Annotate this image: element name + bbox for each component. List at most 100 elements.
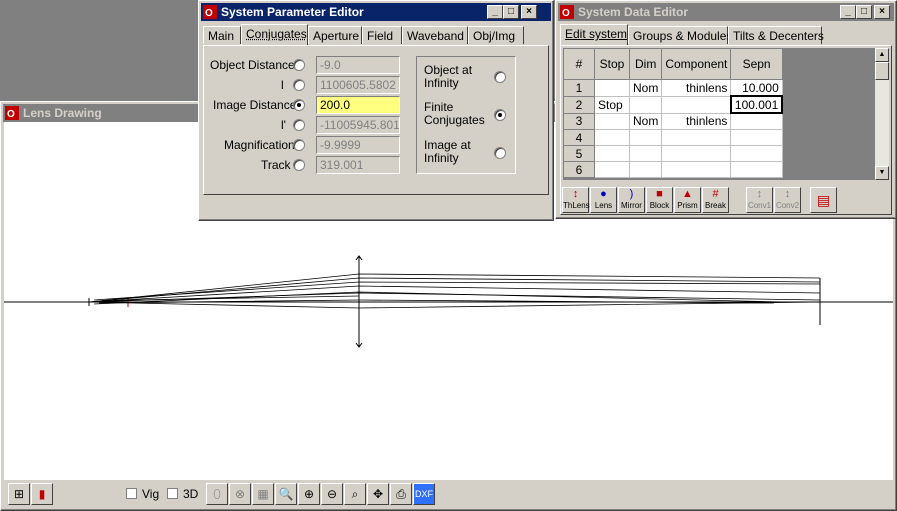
magnification-field[interactable]: -9.9999 [316, 136, 400, 154]
sepn-cell[interactable] [730, 145, 783, 162]
thinlens-button[interactable]: ↕ ThLens [562, 187, 590, 213]
zoom-out-icon[interactable]: ⊖ [321, 483, 343, 505]
stop-cell[interactable] [594, 79, 630, 97]
l-prime-field[interactable]: -11005945.8015 [316, 116, 400, 134]
convert-button-1[interactable]: ↕ Conv1 [746, 187, 773, 213]
minimize-button[interactable]: _ [487, 5, 503, 19]
ellipse-icon: ⬯ [206, 483, 228, 505]
object-at-infinity-radio[interactable] [494, 71, 506, 83]
spreadsheet-icon[interactable]: ▤ [810, 187, 837, 213]
image-distance-radio[interactable] [293, 99, 305, 111]
tab-tilts-decenters[interactable]: Tilts & Decenters [728, 26, 824, 44]
prism-button[interactable]: ▲ Prism [674, 187, 701, 213]
object-distance-label: Object Distance [210, 58, 295, 72]
convert-icon: ↕ [784, 188, 791, 200]
table-row[interactable]: 1 Nom thinlens 10.000 [563, 79, 783, 97]
sepn-cell[interactable]: 10.000 [730, 79, 783, 97]
l-prime-radio[interactable] [293, 119, 305, 131]
row-number[interactable]: 5 [563, 145, 595, 162]
scroll-down-button[interactable]: ▼ [875, 166, 889, 180]
dim-cell[interactable]: Nom [628, 112, 663, 130]
component-cell[interactable]: thinlens [661, 112, 732, 130]
finite-conjugates-radio[interactable] [494, 109, 506, 121]
sepn-cell[interactable] [730, 129, 783, 146]
dim-cell[interactable] [628, 129, 663, 146]
sepn-cell-selected[interactable]: 100.001 [729, 95, 784, 114]
row-number[interactable]: 4 [563, 129, 595, 146]
layout-view-button[interactable]: ⊞ [8, 483, 30, 505]
zoom-window-icon[interactable]: ⌕ [344, 483, 366, 505]
lens-button[interactable]: ● Lens [590, 187, 617, 213]
vig-checkbox[interactable] [126, 488, 137, 499]
maximize-button[interactable]: □ [503, 5, 519, 19]
tab-aperture[interactable]: Aperture [308, 26, 362, 44]
close-button[interactable]: × [874, 5, 890, 19]
l-field[interactable]: 1100605.5802 [316, 76, 400, 94]
zoom-in-icon[interactable]: ⊕ [298, 483, 320, 505]
block-button[interactable]: ■ Block [646, 187, 673, 213]
dim-cell[interactable] [628, 161, 663, 178]
image-at-infinity-radio[interactable] [494, 147, 506, 159]
stop-cell[interactable] [594, 161, 630, 178]
object-distance-field[interactable]: -9.0 [316, 56, 400, 74]
component-cell[interactable]: thinlens [661, 79, 732, 97]
tab-groups-modules[interactable]: Groups & Modules [628, 26, 732, 44]
data-editor-title: System Data Editor [578, 5, 689, 19]
stop-cell[interactable] [594, 112, 630, 130]
conjugates-panel: Object Distance -9.0 l 1100605.5802 Imag… [203, 45, 549, 195]
sepn-cell[interactable] [730, 161, 783, 178]
track-field[interactable]: 319.001 [316, 156, 400, 174]
track-radio[interactable] [293, 159, 305, 171]
component-cell[interactable] [661, 95, 732, 114]
component-cell[interactable] [661, 145, 732, 162]
tab-conjugates[interactable]: Conjugates [241, 24, 308, 45]
table-row[interactable]: 5 [563, 145, 783, 162]
tab-waveband[interactable]: Waveband [402, 26, 468, 44]
zoom-reset-icon[interactable]: 🔍 [275, 483, 297, 505]
tab-main[interactable]: Main [203, 26, 241, 44]
l-radio[interactable] [293, 79, 305, 91]
3d-checkbox[interactable] [167, 488, 178, 499]
component-cell[interactable] [661, 129, 732, 146]
app-switch-button[interactable]: ▮ [31, 483, 53, 505]
close-button[interactable]: × [521, 5, 537, 19]
row-number[interactable]: 6 [563, 161, 595, 178]
table-row[interactable]: 6 [563, 161, 783, 178]
print-icon[interactable]: ⎙ [390, 483, 412, 505]
row-number[interactable]: 2 [563, 95, 595, 114]
table-row[interactable]: 4 [563, 129, 783, 146]
pan-icon[interactable]: ✥ [367, 483, 389, 505]
component-cell[interactable] [661, 161, 732, 178]
vertical-scrollbar[interactable]: ▲ ▼ [875, 48, 889, 180]
dim-cell[interactable] [628, 95, 663, 114]
object-distance-radio[interactable] [293, 59, 305, 71]
dim-cell[interactable]: Nom [628, 79, 663, 97]
scroll-up-button[interactable]: ▲ [875, 48, 889, 62]
table-row[interactable]: 2 Stop 100.001 [563, 95, 784, 114]
param-editor-titlebar[interactable]: O System Parameter Editor _ □ × [201, 3, 551, 21]
tab-field[interactable]: Field [362, 26, 402, 44]
maximize-button[interactable]: □ [856, 5, 872, 19]
surface-grid[interactable]: # Stop Dim Component Sepn 1 Nom thinlens 10… [563, 48, 875, 180]
mirror-button[interactable]: ) Mirror [618, 187, 645, 213]
stop-cell[interactable] [594, 129, 630, 146]
convert-icon: ↕ [756, 188, 763, 200]
sepn-cell[interactable] [730, 112, 783, 130]
image-distance-field[interactable]: 200.0 [316, 96, 400, 114]
data-editor-titlebar[interactable]: O System Data Editor _ □ × [558, 3, 894, 21]
stop-cell[interactable]: Stop [594, 95, 630, 114]
row-number[interactable]: 1 [563, 79, 595, 97]
break-button[interactable]: # Break [702, 187, 729, 213]
scroll-thumb[interactable] [875, 62, 889, 80]
convert-button-2[interactable]: ↕ Conv2 [774, 187, 801, 213]
tab-obj-img[interactable]: Obj/Img [468, 26, 524, 44]
minimize-button[interactable]: _ [840, 5, 856, 19]
tab-edit-system[interactable]: Edit system [560, 24, 628, 45]
table-row[interactable]: 3 Nom thinlens [563, 112, 783, 130]
dim-cell[interactable] [628, 145, 663, 162]
stop-cell[interactable] [594, 145, 630, 162]
magnification-radio[interactable] [293, 139, 305, 151]
row-number[interactable]: 3 [563, 112, 595, 130]
dxf-export-icon[interactable]: DXF [413, 483, 435, 505]
thinlens-icon: ↕ [572, 188, 579, 200]
